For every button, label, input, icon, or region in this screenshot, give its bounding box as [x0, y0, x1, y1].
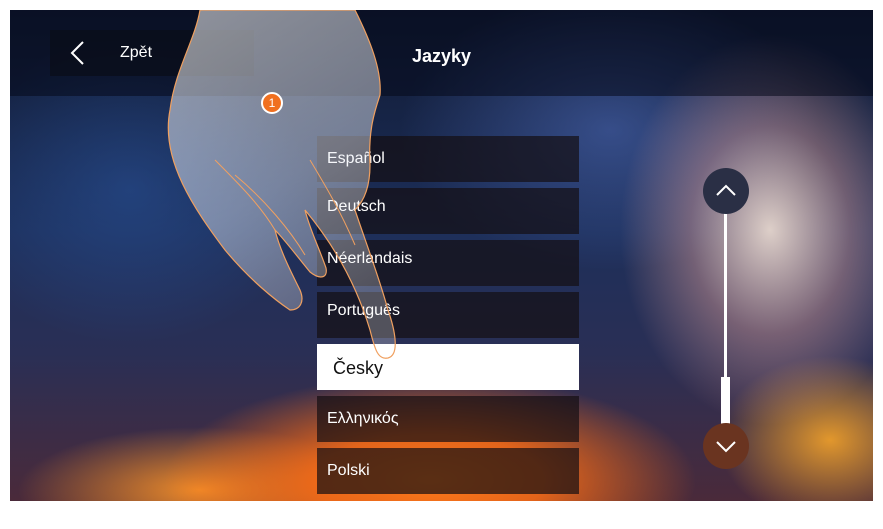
language-item-label: Ελληνικός [327, 410, 399, 427]
scroll-down-button[interactable] [703, 423, 749, 469]
language-list: Español Deutsch Néerlandais Português Če… [317, 136, 579, 500]
language-item-spanish[interactable]: Español [317, 136, 579, 182]
back-button-label: Zpět [120, 44, 153, 61]
back-button[interactable]: Zpět [50, 30, 254, 76]
language-item-portuguese[interactable]: Português [317, 292, 579, 338]
language-item-polish[interactable]: Polski [317, 448, 579, 494]
language-item-label: Español [327, 150, 385, 167]
chevron-left-icon [70, 41, 84, 65]
screen: Jazyky Zpět Español Deutsch Néerlandais … [10, 10, 873, 501]
language-item-label: Deutsch [327, 198, 386, 215]
language-item-czech[interactable]: Česky [317, 344, 579, 390]
chevron-down-icon [716, 441, 736, 453]
language-item-label: Néerlandais [327, 250, 413, 267]
step-number-badge: 1 [261, 92, 283, 114]
language-item-dutch[interactable]: Néerlandais [317, 240, 579, 286]
language-item-label: Česky [333, 358, 384, 378]
language-item-label: Português [327, 302, 400, 319]
language-item-greek[interactable]: Ελληνικός [317, 396, 579, 442]
chevron-up-icon [716, 184, 736, 196]
language-item-german[interactable]: Deutsch [317, 188, 579, 234]
scroll-up-button[interactable] [703, 168, 749, 214]
language-item-label: Polski [327, 462, 370, 479]
